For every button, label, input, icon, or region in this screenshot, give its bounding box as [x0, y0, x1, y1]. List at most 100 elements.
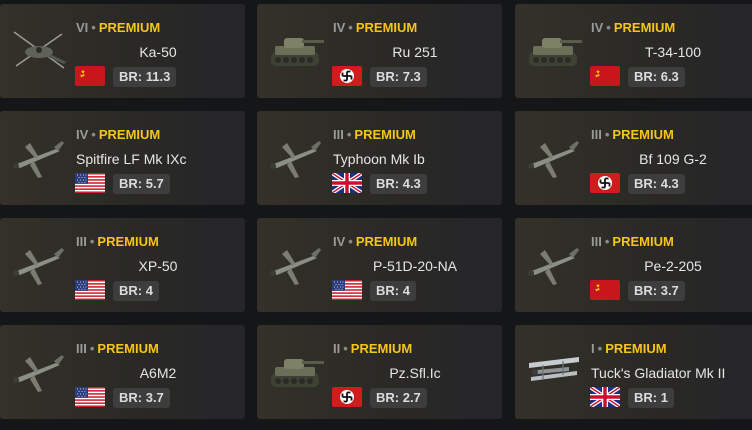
vehicle-rank: IV • PREMIUM: [76, 127, 160, 143]
separator-dot: •: [346, 127, 352, 142]
rank-numeral: VI: [76, 20, 89, 35]
vehicle-rank: III • PREMIUM: [333, 127, 416, 143]
vehicle-card[interactable]: IV • PREMIUM Spitfire LF Mk IXc BR: 5.7: [0, 111, 245, 205]
vehicle-card[interactable]: III • PREMIUM Pe-2-205 BR: 3.7: [515, 218, 752, 312]
uk-flag-icon: [590, 387, 620, 407]
vehicle-rank: IV • PREMIUM: [333, 234, 417, 250]
premium-label: PREMIUM: [613, 20, 676, 35]
vehicle-card[interactable]: III • PREMIUM XP-50 BR: 4: [0, 218, 245, 312]
aircraft-icon: [8, 236, 70, 294]
vehicle-name: A6M2: [139, 365, 177, 381]
rank-numeral: III: [591, 127, 602, 142]
battle-rating-badge: BR: 5.7: [113, 174, 170, 194]
vehicle-card[interactable]: III • PREMIUM Typhoon Mk Ib BR: 4.3: [257, 111, 502, 205]
ussr-flag-icon: [590, 66, 620, 86]
vehicle-card[interactable]: III • PREMIUM A6M2 BR: 3.7: [0, 325, 245, 419]
rank-numeral: IV: [591, 20, 604, 35]
separator-dot: •: [606, 20, 611, 35]
vehicle-name: Typhoon Mk Ib: [333, 151, 425, 167]
vehicle-name: Spitfire LF Mk IXc: [76, 151, 187, 167]
premium-label: PREMIUM: [98, 127, 161, 142]
separator-dot: •: [348, 234, 353, 249]
battle-rating-badge: BR: 4.3: [628, 174, 685, 194]
germany-flag-icon: [332, 387, 362, 407]
premium-label: PREMIUM: [354, 127, 416, 142]
vehicle-rank: VI • PREMIUM: [76, 20, 160, 36]
rank-numeral: IV: [76, 127, 89, 142]
usa-flag-icon: [332, 280, 362, 300]
premium-label: PREMIUM: [605, 341, 667, 356]
vehicle-card[interactable]: IV • PREMIUM Ru 251 BR: 7.3: [257, 4, 502, 98]
aircraft-icon: [8, 343, 70, 401]
helicopter-icon: [8, 22, 70, 80]
premium-label: PREMIUM: [612, 234, 674, 249]
vehicle-name: T-34-100: [644, 44, 702, 60]
premium-label: PREMIUM: [97, 234, 159, 249]
vehicle-card[interactable]: II • PREMIUM Pz.Sfl.Ic BR: 2.7: [257, 325, 502, 419]
vehicle-name: Bf 109 G-2: [639, 151, 707, 167]
vehicle-name: XP-50: [138, 258, 178, 274]
separator-dot: •: [89, 341, 95, 356]
tank-icon: [523, 22, 585, 80]
aircraft-icon: [265, 129, 327, 187]
aircraft-icon: [523, 236, 585, 294]
vehicle-card[interactable]: IV • PREMIUM T-34-100 BR: 6.3: [515, 4, 752, 98]
separator-dot: •: [597, 341, 603, 356]
battle-rating-badge: BR: 4.3: [370, 174, 427, 194]
vehicle-name: Ru 251: [392, 44, 438, 60]
premium-label: PREMIUM: [97, 341, 159, 356]
tank-icon: [265, 22, 327, 80]
rank-numeral: III: [591, 234, 602, 249]
battle-rating-badge: BR: 4: [370, 281, 416, 301]
battle-rating-badge: BR: 7.3: [370, 67, 427, 87]
vehicle-rank: III • PREMIUM: [591, 127, 674, 143]
premium-label: PREMIUM: [355, 234, 418, 249]
vehicle-rank: IV • PREMIUM: [333, 20, 417, 36]
aircraft-icon: [8, 129, 70, 187]
separator-dot: •: [89, 234, 95, 249]
battle-rating-badge: BR: 4: [113, 281, 159, 301]
vehicle-rank: III • PREMIUM: [591, 234, 674, 250]
separator-dot: •: [91, 20, 96, 35]
battle-rating-badge: BR: 2.7: [370, 388, 427, 408]
uk-flag-icon: [332, 173, 362, 193]
separator-dot: •: [604, 234, 610, 249]
usa-flag-icon: [75, 173, 105, 193]
separator-dot: •: [343, 341, 348, 356]
rank-numeral: III: [76, 341, 87, 356]
vehicle-name: Tuck's Gladiator Mk II: [591, 365, 726, 381]
vehicle-rank: IV • PREMIUM: [591, 20, 675, 36]
vehicle-name: Ka-50: [139, 44, 177, 60]
separator-dot: •: [348, 20, 353, 35]
rank-numeral: IV: [333, 20, 346, 35]
premium-label: PREMIUM: [350, 341, 413, 356]
vehicle-card[interactable]: VI • PREMIUM Ka-50 BR: 11.3: [0, 4, 245, 98]
battle-rating-badge: BR: 3.7: [113, 388, 170, 408]
premium-label: PREMIUM: [355, 20, 418, 35]
ussr-flag-icon: [590, 280, 620, 300]
germany-flag-icon: [332, 66, 362, 86]
rank-numeral: II: [333, 341, 341, 356]
vehicle-name: P-51D-20-NA: [372, 258, 458, 274]
germany-flag-icon: [590, 173, 620, 193]
vehicle-name: Pz.Sfl.Ic: [389, 365, 441, 381]
aircraft-icon: [523, 129, 585, 187]
battle-rating-badge: BR: 6.3: [628, 67, 685, 87]
vehicle-card[interactable]: IV • PREMIUM P-51D-20-NA BR: 4: [257, 218, 502, 312]
vehicle-card[interactable]: III • PREMIUM Bf 109 G-2 BR: 4.3: [515, 111, 752, 205]
tank-icon: [265, 343, 327, 401]
usa-flag-icon: [75, 387, 105, 407]
rank-numeral: III: [333, 127, 344, 142]
vehicle-grid: VI • PREMIUM Ka-50 BR: 11.3 IV • PREMIUM Ru 251 B…: [0, 0, 752, 430]
battle-rating-badge: BR: 3.7: [628, 281, 685, 301]
usa-flag-icon: [75, 280, 105, 300]
separator-dot: •: [604, 127, 610, 142]
vehicle-rank: III • PREMIUM: [76, 341, 159, 357]
vehicle-rank: I • PREMIUM: [591, 341, 667, 357]
vehicle-rank: II • PREMIUM: [333, 341, 412, 357]
vehicle-card[interactable]: I • PREMIUM Tuck's Gladiator Mk II BR: 1: [515, 325, 752, 419]
rank-numeral: III: [76, 234, 87, 249]
premium-label: PREMIUM: [612, 127, 674, 142]
premium-label: PREMIUM: [98, 20, 161, 35]
separator-dot: •: [91, 127, 96, 142]
